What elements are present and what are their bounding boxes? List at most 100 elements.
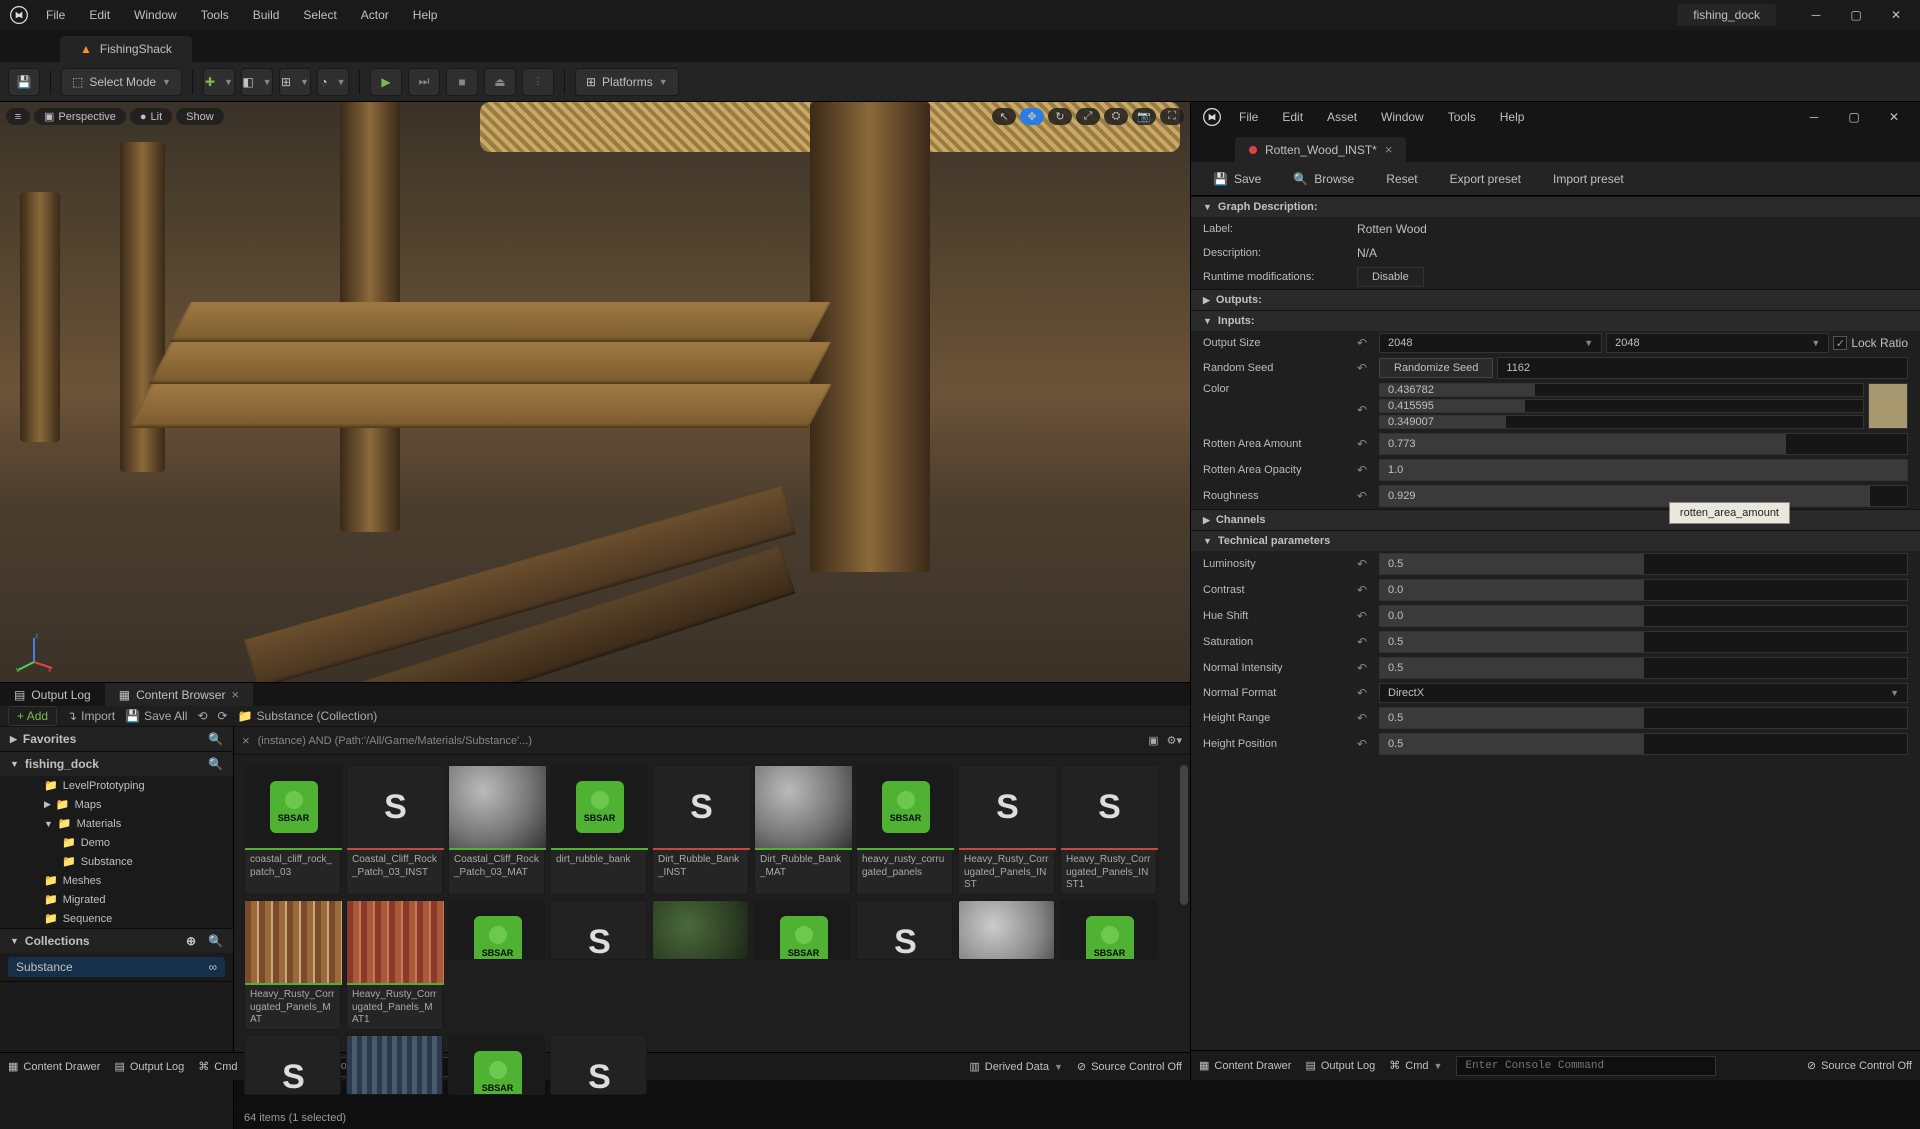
camera-speed-button[interactable]: ⛭ (1104, 108, 1128, 125)
stop-button[interactable]: ■ (446, 68, 478, 96)
content-drawer-button[interactable]: ▦ Content Drawer (8, 1060, 100, 1073)
select-mode-button[interactable]: ⬚ Select Mode ▼ (61, 68, 182, 96)
reset-icon[interactable]: ↶ (1357, 463, 1373, 477)
fullscreen-button[interactable]: ⛶ (1160, 108, 1184, 125)
clear-filter-icon[interactable]: × (242, 733, 250, 748)
asset-item[interactable]: Heavy_Rusty_Corrugated_Panels_MAT (244, 900, 341, 1030)
save-button[interactable]: 💾Save (1199, 167, 1275, 191)
hue-shift-slider[interactable]: 0.0 (1379, 605, 1908, 627)
play-button[interactable]: ▶ (370, 68, 402, 96)
sub-content-drawer-button[interactable]: ▦ Content Drawer (1199, 1059, 1291, 1072)
save-level-button[interactable]: 💾 (8, 68, 40, 96)
search-icon[interactable]: 🔍 (208, 934, 223, 948)
reset-icon[interactable]: ↶ (1357, 737, 1373, 751)
height-position-slider[interactable]: 0.5 (1379, 733, 1908, 755)
asset-item[interactable] (652, 900, 749, 960)
rotten-opacity-slider[interactable]: 1.0 (1379, 459, 1908, 481)
tab-output-log[interactable]: ▤Output Log (0, 684, 105, 706)
disable-button[interactable]: Disable (1357, 267, 1424, 287)
tree-substance[interactable]: 📁Substance (0, 852, 233, 871)
asset-item[interactable]: SCoastal_Cliff_Rock_Patch_03_INST (346, 765, 443, 895)
dropdown-button[interactable]: ◔▼ (317, 68, 349, 96)
minimize-button[interactable]: ─ (1796, 0, 1836, 30)
reset-icon[interactable]: ↶ (1357, 635, 1373, 649)
reset-icon[interactable]: ↶ (1357, 336, 1373, 350)
menu-edit[interactable]: Edit (77, 8, 122, 22)
save-filter-icon[interactable]: ▣ (1148, 734, 1158, 747)
lit-button[interactable]: ●Lit (130, 108, 172, 125)
asset-item[interactable]: S (244, 1035, 341, 1095)
sub-menu-help[interactable]: Help (1488, 110, 1537, 124)
reset-icon[interactable]: ↶ (1357, 361, 1373, 375)
sub-menu-file[interactable]: File (1227, 110, 1270, 124)
normal-intensity-slider[interactable]: 0.5 (1379, 657, 1908, 679)
add-button[interactable]: + Add (8, 706, 57, 726)
asset-item[interactable] (346, 1035, 443, 1095)
menu-select[interactable]: Select (291, 8, 348, 22)
sub-menu-edit[interactable]: Edit (1270, 110, 1315, 124)
sub-source-control-button[interactable]: ⊘ Source Control Off (1807, 1059, 1912, 1072)
asset-item[interactable]: SHeavy_Rusty_Corrugated_Panels_INST1 (1060, 765, 1157, 895)
output-height-dropdown[interactable]: 2048▼ (1606, 333, 1829, 353)
menu-window[interactable]: Window (122, 8, 189, 22)
3d-viewport[interactable]: ≡ ▣Perspective ●Lit Show ↖ ✥ ↻ ⤢ ⛭ 📷 ⛶ z… (0, 102, 1190, 682)
search-icon[interactable]: 🔍 (208, 732, 223, 746)
filter-settings-icon[interactable]: ⚙▾ (1167, 734, 1182, 747)
blueprint-button[interactable]: ◧▼ (241, 68, 273, 96)
tree-migrated[interactable]: 📁Migrated (0, 890, 233, 909)
asset-item[interactable]: SBSAR (448, 1035, 545, 1095)
close-icon[interactable]: × (1385, 142, 1393, 157)
tree-maps[interactable]: ▶📁Maps (0, 795, 233, 814)
reset-icon[interactable]: ↶ (1357, 437, 1373, 451)
show-button[interactable]: Show (176, 108, 224, 125)
menu-build[interactable]: Build (241, 8, 292, 22)
add-content-button[interactable]: ✚▼ (203, 68, 235, 96)
sub-maximize-button[interactable]: ▢ (1834, 102, 1874, 132)
rotten-amount-slider[interactable]: 0.773 (1379, 433, 1908, 455)
eject-button[interactable]: ⏏ (484, 68, 516, 96)
import-preset-button[interactable]: Import preset (1539, 167, 1638, 191)
reset-icon[interactable]: ↶ (1357, 489, 1373, 503)
output-log-button[interactable]: ▤ Output Log (114, 1060, 184, 1073)
height-range-slider[interactable]: 0.5 (1379, 707, 1908, 729)
asset-item[interactable]: Dirt_Rubble_Bank_MAT (754, 765, 851, 895)
seed-field[interactable]: 1162 (1497, 357, 1908, 379)
asset-item[interactable]: SBSAR (754, 900, 851, 960)
tree-demo[interactable]: 📁Demo (0, 833, 233, 852)
reset-icon[interactable]: ↶ (1357, 661, 1373, 675)
asset-item[interactable]: SBSAR (1060, 900, 1157, 960)
asset-item[interactable]: SBSARheavy_rusty_corrugated_panels (856, 765, 953, 895)
history-fwd-button[interactable]: ⟳ (218, 709, 228, 723)
level-tab[interactable]: ▲ FishingShack (60, 36, 192, 62)
sub-menu-tools[interactable]: Tools (1436, 110, 1488, 124)
sub-minimize-button[interactable]: ─ (1794, 102, 1834, 132)
tree-meshes[interactable]: 📁Meshes (0, 871, 233, 890)
export-preset-button[interactable]: Export preset (1436, 167, 1535, 191)
favorites-header[interactable]: ▶Favorites🔍 (0, 727, 233, 751)
scrollbar-thumb[interactable] (1180, 765, 1188, 905)
channels-header[interactable]: ▶Channels (1191, 509, 1920, 530)
asset-item[interactable]: SBSARcoastal_cliff_rock_patch_03 (244, 765, 341, 895)
asset-item[interactable]: S (550, 1035, 647, 1095)
color-g-slider[interactable]: 0.415595 (1379, 399, 1864, 413)
roughness-slider[interactable]: 0.929 (1379, 485, 1908, 507)
asset-item[interactable]: Coastal_Cliff_Rock_Patch_03_MAT (448, 765, 545, 895)
scale-tool-button[interactable]: ⤢ (1076, 108, 1100, 125)
history-back-button[interactable]: ⟲ (197, 709, 207, 723)
sub-menu-asset[interactable]: Asset (1315, 110, 1369, 124)
luminosity-slider[interactable]: 0.5 (1379, 553, 1908, 575)
substance-tab[interactable]: Rotten_Wood_INST* × (1235, 137, 1406, 162)
reset-icon[interactable]: ↶ (1357, 609, 1373, 623)
contrast-slider[interactable]: 0.0 (1379, 579, 1908, 601)
tree-materials[interactable]: ▼📁Materials (0, 814, 233, 833)
inputs-header[interactable]: ▼Inputs: (1191, 310, 1920, 331)
outputs-header[interactable]: ▶Outputs: (1191, 289, 1920, 310)
save-all-button[interactable]: 💾 Save All (125, 709, 187, 723)
close-button[interactable]: ✕ (1876, 0, 1916, 30)
camera-button[interactable]: 📷 (1132, 108, 1156, 125)
filter-text[interactable]: (instance) AND (Path:'/All/Game/Material… (258, 735, 1141, 747)
import-button[interactable]: ↴ Import (67, 709, 115, 723)
menu-tools[interactable]: Tools (189, 8, 241, 22)
perspective-button[interactable]: ▣Perspective (34, 108, 126, 125)
path-breadcrumb[interactable]: 📁 Substance (Collection) (238, 709, 378, 723)
